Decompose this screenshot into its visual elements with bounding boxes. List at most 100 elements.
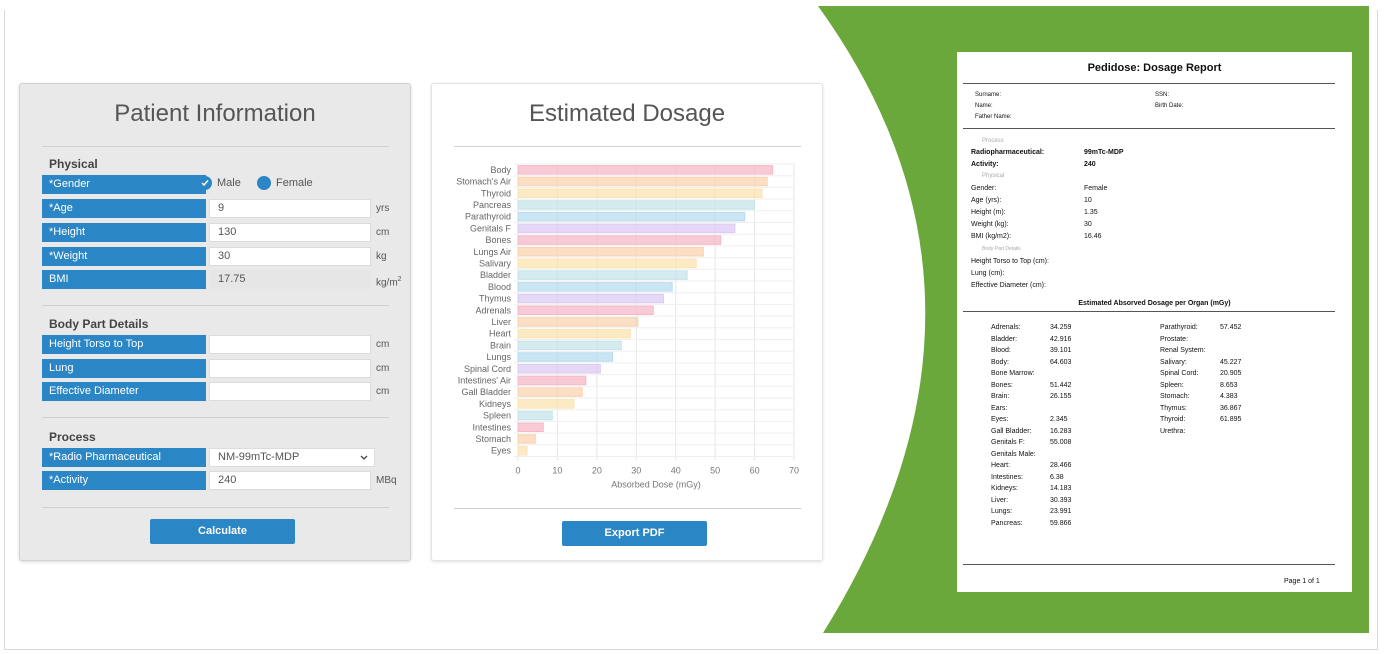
bar-salivary xyxy=(517,258,697,269)
report-organ-dose: 4.383 xyxy=(1220,393,1238,400)
category-label: Parathyroid xyxy=(465,212,511,222)
gender-radio-male[interactable]: Male xyxy=(198,176,241,191)
lung-input[interactable] xyxy=(209,359,371,378)
torso-input[interactable] xyxy=(209,335,371,354)
report-organ-name: Intestines: xyxy=(991,473,1023,481)
report-organ-name: Thyroid: xyxy=(1160,416,1186,423)
report-organ-name: Thymus: xyxy=(1160,404,1187,412)
chevron-down-icon xyxy=(360,455,368,460)
bar-stomach xyxy=(517,434,536,444)
bar-liver xyxy=(517,317,639,327)
report-ssn-label: SSN: xyxy=(1155,92,1170,98)
report-organ-dose: 28.466 xyxy=(1050,462,1072,469)
report-bmi-label: BMI (kg/m2): xyxy=(971,233,1012,240)
height-input[interactable]: 130 xyxy=(209,223,371,242)
category-label: Spinal Cord xyxy=(464,364,511,374)
report-activity-label: Activity: xyxy=(971,161,999,168)
report-organ-dose: 42.916 xyxy=(1050,335,1072,343)
divider xyxy=(42,507,389,508)
x-tick-label: 70 xyxy=(789,466,799,476)
report-rule xyxy=(963,311,1335,312)
calculate-button[interactable]: Calculate xyxy=(150,519,295,544)
patient-information-panel: Patient Information Physical *Gender Mal… xyxy=(19,83,411,561)
category-label: Lungs xyxy=(486,352,511,362)
report-birth-label: Birth Date: xyxy=(1155,103,1184,109)
report-organ-name: Genitals F: xyxy=(991,439,1025,446)
gender-label: *Gender xyxy=(42,175,206,194)
category-label: Bladder xyxy=(480,270,511,280)
report-radiopharm-value: 99mTc-MDP xyxy=(1084,149,1124,156)
torso-label: Height Torso to Top xyxy=(42,335,206,354)
lung-unit: cm xyxy=(376,363,390,374)
age-label: *Age xyxy=(42,199,206,218)
age-unit: yrs xyxy=(376,203,390,214)
bar-brain xyxy=(517,340,622,351)
x-tick-label: 0 xyxy=(515,466,520,476)
report-bmi-value: 16.46 xyxy=(1084,233,1102,240)
report-lung-label: Lung (cm): xyxy=(971,270,1005,277)
report-organ-name: Pancreas: xyxy=(991,519,1023,527)
bar-blood xyxy=(517,282,673,292)
report-process-head: Process xyxy=(982,138,1004,144)
report-organ-name: Liver: xyxy=(991,496,1009,504)
report-organ-dose: 8.653 xyxy=(1220,381,1238,389)
frame-border-right xyxy=(1377,10,1378,650)
report-organ-dose: 55.008 xyxy=(1050,439,1072,446)
export-pdf-button[interactable]: Export PDF xyxy=(562,521,707,546)
x-tick-label: 20 xyxy=(592,466,602,476)
weight-input[interactable]: 30 xyxy=(209,247,371,266)
category-label: Intestines xyxy=(472,422,511,432)
report-organ-dose: 36.867 xyxy=(1220,404,1242,412)
report-age-label: Age (yrs): xyxy=(971,197,1002,204)
bar-eyes xyxy=(517,445,528,456)
category-label: Blood xyxy=(488,282,511,292)
divider xyxy=(42,417,389,418)
radio-pharmaceutical-value: NM-99mTc-MDP xyxy=(218,451,300,463)
report-page-number: Page 1 of 1 xyxy=(1284,578,1320,585)
report-organ-name: Gall Bladder: xyxy=(991,427,1032,435)
bmi-label: BMI xyxy=(42,270,206,289)
report-organ-name: Kidneys: xyxy=(991,485,1018,492)
divider xyxy=(42,305,389,306)
bar-adrenals xyxy=(517,305,654,315)
report-height-value: 1.35 xyxy=(1084,209,1098,216)
report-organ-dose: 34.259 xyxy=(1050,324,1072,331)
radio-pharmaceutical-label: *Radio Pharmaceutical xyxy=(42,448,206,467)
x-axis-title: Absorbed Dose (mGy) xyxy=(611,480,701,490)
report-organ-dose: 6.38 xyxy=(1050,473,1064,481)
category-label: Bones xyxy=(485,235,511,245)
category-label: Salivary xyxy=(479,258,512,268)
report-title: Pedidose: Dosage Report xyxy=(1087,62,1222,74)
activity-unit: MBq xyxy=(376,475,397,486)
age-input[interactable]: 9 xyxy=(209,199,371,218)
diameter-input[interactable] xyxy=(209,382,371,401)
report-weight-value: 30 xyxy=(1084,221,1092,228)
weight-unit: kg xyxy=(376,251,387,262)
gender-radio-female[interactable]: Female xyxy=(257,176,313,191)
category-label: Stomach xyxy=(475,434,511,444)
report-organ-dose: 26.155 xyxy=(1050,393,1072,400)
height-unit: cm xyxy=(376,227,390,238)
bmi-unit-text: kg/m xyxy=(376,277,398,289)
report-organ-dose: 23.991 xyxy=(1050,508,1072,515)
report-organ-name: Body: xyxy=(991,358,1009,366)
report-organ-dose: 16.283 xyxy=(1050,427,1072,435)
category-label: Brain xyxy=(490,340,511,350)
report-organ-dose: 51.442 xyxy=(1050,381,1072,389)
report-organ-name: Bones: xyxy=(991,381,1013,389)
report-diameter-label: Effective Diameter (cm): xyxy=(971,282,1046,289)
report-organ-dose: 57.452 xyxy=(1220,324,1242,331)
radio-unchecked-icon xyxy=(257,176,271,191)
report-age-value: 10 xyxy=(1084,197,1092,204)
bar-thyroid xyxy=(517,188,763,198)
report-organ-name: Lungs: xyxy=(991,508,1013,515)
category-label: Pancreas xyxy=(473,200,512,210)
category-label: Genitals F xyxy=(470,223,512,233)
height-label: *Height xyxy=(42,223,206,242)
report-physical-head: Physical xyxy=(982,173,1005,179)
category-label: Lungs Air xyxy=(473,247,511,257)
report-organ-name: Spinal Cord: xyxy=(1160,370,1199,377)
radio-pharmaceutical-select[interactable]: NM-99mTc-MDP xyxy=(209,448,375,467)
activity-input[interactable]: 240 xyxy=(209,471,371,490)
report-organ-name: Heart: xyxy=(991,462,1011,469)
